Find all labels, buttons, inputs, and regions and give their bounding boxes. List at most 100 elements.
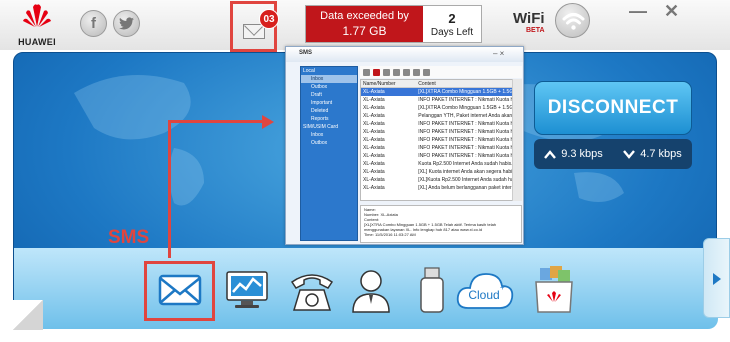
sms-annotation-label: SMS	[108, 227, 150, 248]
table-row[interactable]: XL-Axiata INFO PAKET INTERNET : Nikmati K…	[361, 96, 521, 104]
monitor-chart-icon	[226, 271, 268, 308]
table-row[interactable]: XL-Axiata INFO PAKET INTERNET : Nikmati K…	[361, 128, 521, 136]
table-row[interactable]: XL-Axiata [XL] Kuota internet Anda akan s…	[361, 168, 521, 176]
reply-icon[interactable]	[383, 68, 390, 76]
table-row[interactable]: XL-Axiata INFO PAKET INTERNET : Nikmati K…	[361, 144, 521, 152]
table-row[interactable]: XL-Axiata INFO PAKET INTERNET : Nikmati K…	[361, 120, 521, 128]
table-cell: XL-Axiata	[363, 105, 385, 111]
forward-icon[interactable]	[393, 68, 400, 76]
table-row[interactable]: XL-Axiata Kuota Rp2.500 Internet Anda sud…	[361, 160, 521, 168]
user-icon	[352, 270, 390, 313]
close-button[interactable]: ✕	[664, 2, 679, 20]
app-store-icon	[535, 266, 573, 313]
table-row[interactable]: XL-Axiata Pelanggan YTH, Paket internet A…	[361, 112, 521, 120]
phone-dock-button[interactable]	[286, 266, 338, 314]
table-row[interactable]: XL-Axiata INFO PAKET INTERNET : Nikmati K…	[361, 136, 521, 144]
table-cell: INFO PAKET INTERNET : Nikmati Kuota hing…	[418, 129, 513, 135]
beta-badge: BETA	[526, 27, 545, 34]
cloud-label: Cloud	[468, 288, 499, 302]
sms-dock-button[interactable]	[154, 266, 206, 314]
sms-folder-tree: Local Inbox Outbox Draft Important Delet…	[300, 66, 358, 241]
days-left-label: Days Left	[430, 26, 474, 38]
table-cell: XL-Axiata	[363, 185, 385, 191]
wifi-label: WiFi	[513, 10, 545, 27]
cloud-dock-button[interactable]: Cloud +	[454, 266, 516, 314]
table-row[interactable]: XL-Axiata [XL]XTRA Combo Mingguan 1.5GB +…	[361, 104, 521, 112]
sms-window-controls[interactable]: – ×	[493, 49, 504, 58]
table-cell: [XL] Kuota internet Anda akan segera hab…	[418, 169, 514, 175]
table-cell: Kuota Rp2.500 Internet Anda sudah habis.…	[418, 161, 514, 167]
tree-item[interactable]: Reports	[301, 115, 357, 123]
data-exceeded-warning: Data exceeded by 1.77 GB	[306, 6, 423, 42]
tree-item[interactable]: Outbox	[301, 83, 357, 91]
table-cell: INFO PAKET INTERNET : Nikmati Kuota hing…	[418, 145, 513, 151]
table-cell: XL-Axiata	[363, 137, 385, 143]
statistics-dock-button[interactable]	[221, 266, 273, 314]
days-left: 2 Days Left	[423, 6, 481, 42]
usb-dock-button[interactable]	[406, 266, 458, 314]
connection-rates: 9.3 kbps 4.7 kbps	[534, 139, 692, 169]
search-icon[interactable]	[423, 68, 430, 76]
call-icon[interactable]	[413, 68, 420, 76]
sms-window: SMS – × Local Inbox Outbox Draft Importa…	[285, 46, 524, 245]
contacts-dock-button[interactable]	[345, 266, 397, 314]
tree-item[interactable]: Important	[301, 99, 357, 107]
expand-panel-button[interactable]	[703, 238, 730, 318]
facebook-icon[interactable]: f	[80, 10, 107, 37]
table-cell: [XL] Anda belum berlangganan paket inter…	[418, 185, 513, 191]
data-exceeded-amount: 1.77 GB	[342, 24, 387, 38]
message-list: Name/Number Content XL-Axiata [XL]XTRA Co…	[360, 79, 522, 201]
tree-item[interactable]: Inbox	[301, 75, 357, 83]
tree-item[interactable]: Draft	[301, 91, 357, 99]
wifi-button[interactable]	[555, 3, 590, 38]
table-row[interactable]: XL-Axiata [XL]XTRA Combo Mingguan 1.5GB +…	[361, 88, 521, 96]
huawei-flower-icon	[23, 4, 51, 28]
save-icon[interactable]	[403, 68, 410, 76]
tree-item[interactable]: Inbox	[301, 131, 357, 139]
table-cell: XL-Axiata	[363, 113, 385, 119]
twitter-icon[interactable]	[113, 10, 140, 37]
table-cell: Pelanggan YTH, Paket internet Anda akan …	[418, 113, 513, 119]
delete-icon[interactable]	[373, 68, 380, 76]
download-rate-value: 4.7 kbps	[640, 148, 682, 160]
tree-item[interactable]: Deleted	[301, 107, 357, 115]
table-cell: [XL]XTRA Combo Mingguan 1.5GB + 1.5GB Te…	[418, 105, 513, 111]
table-row[interactable]: XL-Axiata INFO PAKET INTERNET : Nikmati K…	[361, 152, 521, 160]
message-list-scrollbar[interactable]	[512, 79, 522, 201]
new-message-icon[interactable]	[363, 68, 370, 76]
table-cell: XL-Axiata	[363, 121, 385, 127]
column-header[interactable]: Name/Number	[361, 80, 418, 87]
sms-toolbar	[360, 66, 522, 78]
tree-item[interactable]: SIM/USIM Card	[301, 123, 357, 131]
minimize-button[interactable]: —	[629, 2, 647, 20]
table-cell: [XL]XTRA Combo Mingguan 1.5GB + 1.5GB Te…	[418, 89, 513, 95]
table-cell: XL-Axiata	[363, 161, 385, 167]
annotation-arrow-icon	[262, 115, 274, 129]
annotation-line-vertical	[168, 122, 171, 258]
table-cell: XL-Axiata	[363, 177, 385, 183]
store-dock-button[interactable]	[528, 266, 580, 314]
table-cell: XL-Axiata	[363, 153, 385, 159]
table-cell: INFO PAKET INTERNET : Nikmati Kuota hing…	[418, 153, 513, 159]
envelope-icon	[158, 274, 202, 306]
table-row[interactable]: XL-Axiata [XL] Anda belum berlangganan pa…	[361, 184, 521, 192]
table-cell: XL-Axiata	[363, 97, 385, 103]
detail-line: Time: 11/5/2016 11:03:27 AM	[364, 232, 416, 237]
table-cell: XL-Axiata	[363, 89, 385, 95]
usb-drive-icon	[420, 267, 444, 313]
title-bar: HUAWEI f 03 Data exceeded by 1.77 GB 2 D…	[0, 0, 730, 52]
column-header[interactable]: Content	[418, 80, 513, 87]
messages-button[interactable]: 03	[230, 1, 279, 52]
tree-item[interactable]: Local	[301, 67, 357, 75]
annotation-line-horizontal	[168, 120, 264, 123]
table-cell: XL-Axiata	[363, 129, 385, 135]
table-cell: INFO PAKET INTERNET : Nikmati Kuota hing…	[418, 121, 513, 127]
table-row[interactable]: XL-Axiata [XL]Kuota Rp2.500 Internet Anda…	[361, 176, 521, 184]
table-cell: XL-Axiata	[363, 169, 385, 175]
huawei-logo: HUAWEI	[14, 3, 60, 47]
message-detail: Name: Number: XL-Axiata Content: [XL]XTR…	[360, 205, 522, 243]
disconnect-button[interactable]: DISCONNECT	[534, 81, 692, 135]
brand-name: HUAWEI	[18, 37, 56, 47]
upload-rate-value: 9.3 kbps	[561, 148, 603, 160]
tree-item[interactable]: Outbox	[301, 139, 357, 147]
